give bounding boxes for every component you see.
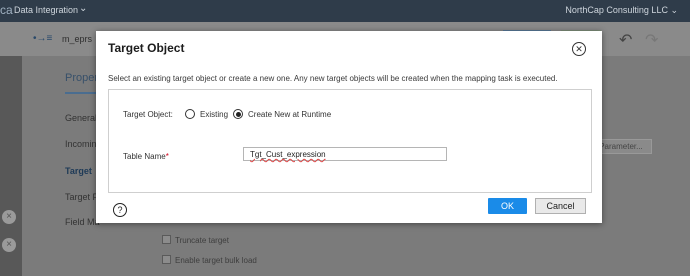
radio-create-new-label[interactable]: Create New at Runtime <box>248 110 331 119</box>
undo-icon[interactable]: ↶ <box>619 30 632 50</box>
radio-create-new[interactable] <box>233 109 243 119</box>
mapping-icon: •→≡ <box>33 33 53 44</box>
required-marker: * <box>165 152 169 161</box>
form-panel <box>108 89 592 193</box>
cancel-button[interactable]: Cancel <box>535 198 586 214</box>
radio-existing[interactable] <box>185 109 195 119</box>
bulk-load-checkbox[interactable]: Enable target bulk load <box>162 255 257 265</box>
checkbox-box[interactable] <box>162 255 171 264</box>
radio-existing-label[interactable]: Existing <box>200 110 228 119</box>
nav-item-target[interactable]: Target <box>65 166 92 176</box>
table-name-label-text: Table Name <box>123 152 166 161</box>
organization-menu[interactable]: NorthCap Consulting LLC ⌄ <box>565 5 678 16</box>
redo-icon[interactable]: ↷ <box>645 30 658 50</box>
chevron-down-icon[interactable]: ⌄ <box>79 3 87 14</box>
table-name-label: Table Name* <box>123 152 169 161</box>
nav-item-general[interactable]: General <box>65 113 97 123</box>
target-object-dialog: Target Object ✕ Select an existing targe… <box>96 31 602 223</box>
ok-button[interactable]: OK <box>488 198 527 214</box>
close-icon[interactable]: ✕ <box>572 42 586 56</box>
left-strip: × × <box>0 56 22 276</box>
close-icon[interactable]: × <box>2 210 16 224</box>
checkbox-label: Enable target bulk load <box>175 256 257 265</box>
target-object-label: Target Object: <box>123 110 173 119</box>
help-icon[interactable]: ? <box>113 203 127 217</box>
top-navigation-bar: ca Data Integration ⌄ NorthCap Consultin… <box>0 0 690 22</box>
table-name-input[interactable]: Tgt_Cust_expression <box>243 147 447 161</box>
checkbox-label: Truncate target <box>175 236 229 245</box>
dialog-title: Target Object <box>108 41 185 55</box>
nav-item-target-fields[interactable]: Target F <box>65 192 98 202</box>
dialog-instructions: Select an existing target object or crea… <box>108 74 558 83</box>
nav-item-field-mapping[interactable]: Field Ma <box>65 217 100 227</box>
close-icon[interactable]: × <box>2 238 16 252</box>
table-name-value: Tgt_Cust_expression <box>250 150 326 159</box>
app-switcher[interactable]: Data Integration <box>14 5 78 15</box>
brand-logo: ca <box>0 3 13 17</box>
truncate-target-checkbox[interactable]: Truncate target <box>162 235 229 245</box>
mapping-name[interactable]: m_eprs <box>62 34 92 44</box>
checkbox-box[interactable] <box>162 235 171 244</box>
